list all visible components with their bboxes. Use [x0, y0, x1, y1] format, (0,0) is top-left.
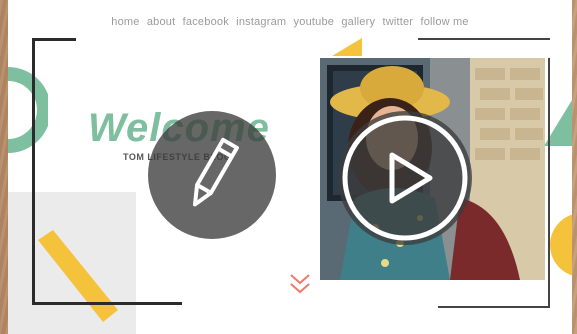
play-icon [342, 115, 468, 241]
nav-item-home[interactable]: home [111, 16, 139, 28]
yellow-triangle-decoration [332, 38, 362, 56]
nav-item-twitter[interactable]: twitter [382, 16, 413, 28]
nav-item-follow-me[interactable]: follow me [420, 16, 468, 28]
green-ring-decoration [8, 67, 48, 153]
frame-left [32, 38, 35, 304]
frame-right [548, 58, 550, 308]
frame-bottom-right [438, 306, 550, 308]
edit-button[interactable] [148, 111, 276, 239]
yellow-stripe-decoration [38, 230, 118, 322]
nav-item-instagram[interactable]: instagram [236, 16, 286, 28]
frame-top-left [32, 38, 76, 41]
play-button[interactable] [338, 111, 472, 245]
nav-item-youtube[interactable]: youtube [294, 16, 335, 28]
top-nav: home about facebook instagram youtube ga… [8, 16, 572, 28]
nav-item-facebook[interactable]: facebook [183, 16, 229, 28]
yellow-circle-decoration [550, 214, 572, 276]
nav-item-gallery[interactable]: gallery [341, 16, 375, 28]
frame-top-right [418, 38, 550, 40]
page-canvas: home about facebook instagram youtube ga… [8, 0, 572, 334]
pencil-icon [193, 137, 239, 207]
frame-bottom [32, 302, 182, 305]
scroll-down-chevron-icon[interactable] [289, 272, 311, 296]
nav-item-about[interactable]: about [147, 16, 176, 28]
